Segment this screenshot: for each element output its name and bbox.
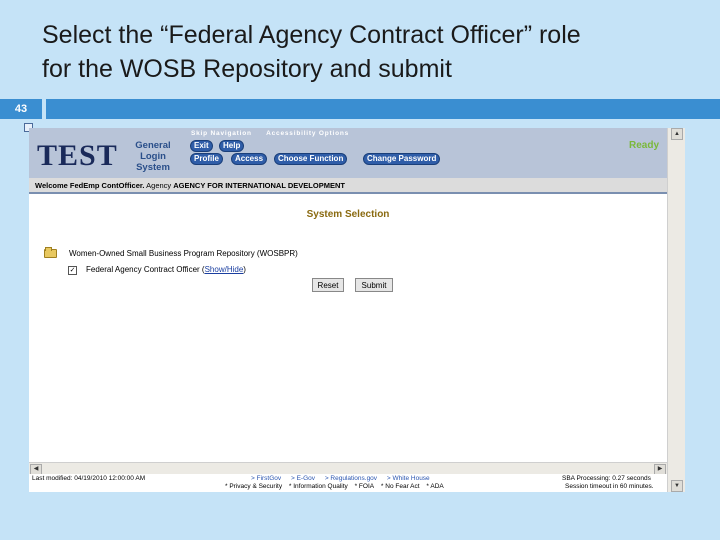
footer-link-egov[interactable]: > E-Gov bbox=[291, 475, 315, 482]
policy-links: * Privacy & Security * Information Quali… bbox=[225, 483, 449, 490]
role-checkbox[interactable]: ✓ bbox=[68, 266, 77, 275]
agency-name: AGENCY FOR INTERNATIONAL DEVELOPMENT bbox=[173, 181, 345, 190]
system-name-line: General bbox=[135, 140, 171, 151]
system-name-line: System bbox=[136, 162, 170, 173]
exit-button[interactable]: Exit bbox=[190, 140, 213, 152]
vertical-scrollbar[interactable]: ▲ ▼ bbox=[667, 128, 685, 492]
folder-icon bbox=[44, 247, 57, 258]
slide-header-bar bbox=[46, 99, 720, 119]
policy-link-info-quality[interactable]: * Information Quality bbox=[289, 483, 348, 490]
arrow-up-icon[interactable]: ▲ bbox=[671, 128, 683, 140]
agency-label: Agency bbox=[146, 181, 172, 190]
accessibility-options-link[interactable]: Accessibility Options bbox=[266, 130, 349, 137]
skip-navigation-link[interactable]: Skip Navigation bbox=[191, 130, 252, 137]
welcome-user: Welcome FedEmp ContOfficer. bbox=[35, 181, 145, 190]
last-modified: Last modified: 04/19/2010 12:00:00 AM bbox=[32, 475, 146, 482]
submit-button[interactable]: Submit bbox=[355, 278, 393, 292]
site-logo: TEST bbox=[37, 139, 118, 172]
system-selection-title: System Selection bbox=[306, 209, 390, 220]
choose-function-button[interactable]: Choose Function bbox=[274, 153, 348, 165]
slide-title-line-1: Select the “Federal Agency Contract Offi… bbox=[42, 21, 581, 49]
web-page: TEST General Login System Skip Navigatio… bbox=[29, 128, 667, 462]
access-button[interactable]: Access bbox=[231, 153, 268, 165]
show-hide-link[interactable]: Show/Hide bbox=[205, 265, 244, 274]
welcome-bar: Welcome FedEmp ContOfficer. Agency AGENC… bbox=[29, 178, 667, 194]
session-timeout: Session timeout in 60 minutes. bbox=[565, 483, 654, 490]
role-row: Federal Agency Contract Officer (Show/Hi… bbox=[86, 265, 246, 274]
processing-time: SBA Processing: 0.27 seconds bbox=[562, 475, 651, 482]
status-ready: Ready bbox=[628, 140, 659, 151]
policy-link-ada[interactable]: * ADA bbox=[426, 483, 443, 490]
page-footer: Last modified: 04/19/2010 12:00:00 AM > … bbox=[29, 474, 667, 492]
policy-link-no-fear[interactable]: * No Fear Act bbox=[381, 483, 420, 490]
footer-link-firstgov[interactable]: > FirstGov bbox=[251, 475, 281, 482]
site-header: TEST General Login System Skip Navigatio… bbox=[29, 128, 667, 178]
role-label: Federal Agency Contract Officer bbox=[86, 265, 200, 274]
slide-title-line-2: for the WOSB Repository and submit bbox=[42, 55, 452, 83]
policy-link-privacy[interactable]: * Privacy & Security bbox=[225, 483, 282, 490]
utility-nav: Skip Navigation Accessibility Options bbox=[191, 130, 361, 137]
footer-link-whitehouse[interactable]: > White House bbox=[387, 475, 430, 482]
footer-link-regulations[interactable]: > Regulations.gov bbox=[325, 475, 377, 482]
footer-links: > FirstGov > E-Gov > Regulations.gov > W… bbox=[251, 475, 438, 482]
arrow-down-icon[interactable]: ▼ bbox=[671, 480, 683, 492]
main-nav: Exit Help Profile Access Choose Function… bbox=[189, 140, 667, 178]
repository-label: Women-Owned Small Business Program Repos… bbox=[69, 249, 298, 258]
system-name-line: Login bbox=[140, 151, 166, 162]
profile-button[interactable]: Profile bbox=[190, 153, 223, 165]
browser-screenshot: TEST General Login System Skip Navigatio… bbox=[29, 128, 685, 492]
policy-link-foia[interactable]: * FOIA bbox=[355, 483, 375, 490]
slide-title: Select the “Federal Agency Contract Offi… bbox=[42, 18, 692, 86]
reset-button[interactable]: Reset bbox=[312, 278, 344, 292]
system-name: General Login System bbox=[125, 140, 181, 173]
role-paren-close: ) bbox=[243, 265, 246, 274]
slide-number: 43 bbox=[0, 99, 42, 119]
change-password-button[interactable]: Change Password bbox=[363, 153, 441, 165]
checkbox-checked-icon: ✓ bbox=[69, 267, 76, 274]
help-button[interactable]: Help bbox=[219, 140, 245, 152]
